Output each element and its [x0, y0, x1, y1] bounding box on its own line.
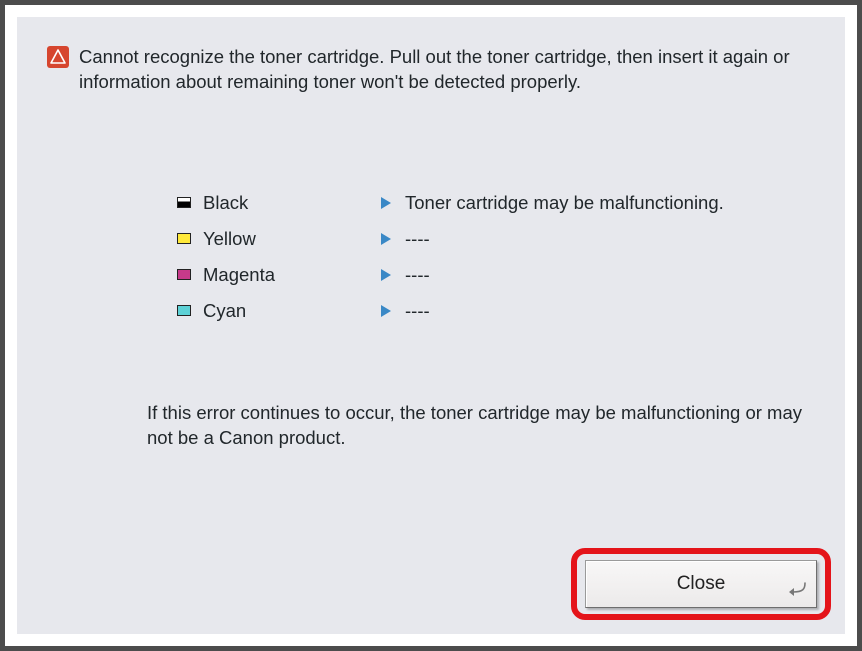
arrow-icon [381, 233, 391, 245]
swatch-cyan-icon [177, 305, 191, 316]
toner-name: Black [203, 192, 381, 214]
warning-icon [47, 46, 69, 73]
arrow-icon [381, 197, 391, 209]
return-icon [788, 581, 808, 603]
toner-name: Cyan [203, 300, 381, 322]
header-row: Cannot recognize the toner cartridge. Pu… [47, 45, 815, 95]
warning-message: Cannot recognize the toner cartridge. Pu… [79, 45, 815, 95]
toner-row-yellow: Yellow ---- [177, 221, 815, 257]
swatch-yellow-icon [177, 233, 191, 244]
arrow-icon [381, 269, 391, 281]
dialog-panel: Cannot recognize the toner cartridge. Pu… [17, 17, 845, 634]
toner-name: Magenta [203, 264, 381, 286]
toner-row-magenta: Magenta ---- [177, 257, 815, 293]
close-button-label: Close [677, 573, 726, 595]
footer-message: If this error continues to occur, the to… [147, 401, 815, 451]
window-frame: Cannot recognize the toner cartridge. Pu… [0, 0, 862, 651]
close-button-highlight: Close [571, 548, 831, 620]
toner-list: Black Toner cartridge may be malfunction… [177, 185, 815, 329]
toner-name: Yellow [203, 228, 381, 250]
toner-status: ---- [405, 228, 430, 250]
toner-status: ---- [405, 264, 430, 286]
toner-status: ---- [405, 300, 430, 322]
toner-status: Toner cartridge may be malfunctioning. [405, 192, 724, 214]
toner-row-cyan: Cyan ---- [177, 293, 815, 329]
close-button[interactable]: Close [585, 560, 817, 608]
swatch-black-icon [177, 197, 191, 208]
swatch-magenta-icon [177, 269, 191, 280]
arrow-icon [381, 305, 391, 317]
toner-row-black: Black Toner cartridge may be malfunction… [177, 185, 815, 221]
